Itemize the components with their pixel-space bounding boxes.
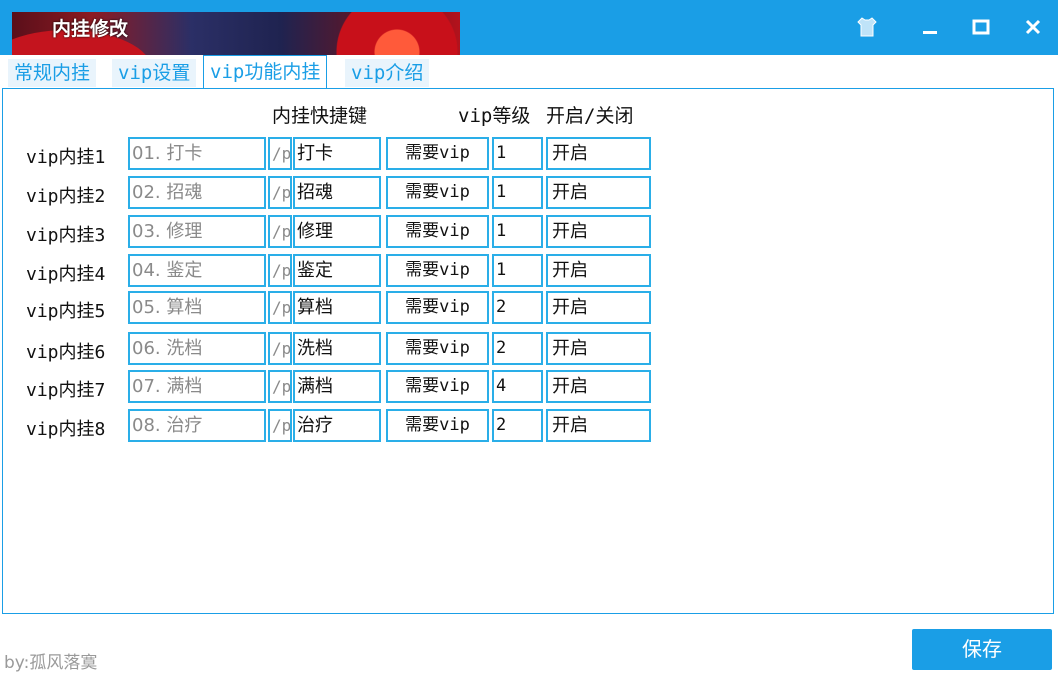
command-prefix: /p bbox=[268, 291, 292, 324]
close-icon[interactable] bbox=[1018, 12, 1048, 42]
row-label: vip内挂6 bbox=[26, 342, 106, 363]
toggle-select[interactable]: 开启 bbox=[546, 409, 651, 442]
command-prefix: /p bbox=[268, 254, 292, 287]
vip-level-field[interactable]: 1 bbox=[492, 137, 543, 170]
plugin-name-field[interactable]: 03. 修理 bbox=[128, 215, 266, 248]
author-credit: by:孤风落寞 bbox=[4, 653, 98, 673]
save-button[interactable]: 保存 bbox=[912, 629, 1052, 670]
plugin-name-field[interactable]: 04. 鉴定 bbox=[128, 254, 266, 287]
vip-level-field[interactable]: 2 bbox=[492, 409, 543, 442]
vip-level-field[interactable]: 4 bbox=[492, 370, 543, 403]
row-label: vip内挂3 bbox=[26, 225, 106, 246]
vip-level-field[interactable]: 1 bbox=[492, 254, 543, 287]
toggle-select[interactable]: 开启 bbox=[546, 215, 651, 248]
vip-level-field[interactable]: 1 bbox=[492, 176, 543, 209]
need-vip-label: 需要vip bbox=[386, 291, 489, 324]
row-label: vip内挂7 bbox=[26, 380, 106, 401]
hotkey-field[interactable]: 鉴定 bbox=[293, 254, 381, 287]
hotkey-field[interactable]: 打卡 bbox=[293, 137, 381, 170]
header-toggle: 开启/关闭 bbox=[546, 105, 634, 127]
plugin-name-field[interactable]: 08. 治疗 bbox=[128, 409, 266, 442]
command-prefix: /p bbox=[268, 176, 292, 209]
vip-level-field[interactable]: 2 bbox=[492, 332, 543, 365]
plugin-name-field[interactable]: 07. 满档 bbox=[128, 370, 266, 403]
need-vip-label: 需要vip bbox=[386, 176, 489, 209]
toggle-select[interactable]: 开启 bbox=[546, 176, 651, 209]
command-prefix: /p bbox=[268, 215, 292, 248]
tab-vip-intro[interactable]: vip介绍 bbox=[345, 59, 430, 87]
row-label: vip内挂8 bbox=[26, 419, 106, 440]
shirt-icon[interactable] bbox=[852, 12, 882, 42]
vip-level-field[interactable]: 2 bbox=[492, 291, 543, 324]
row-label: vip内挂5 bbox=[26, 301, 106, 322]
toggle-select[interactable]: 开启 bbox=[546, 332, 651, 365]
header-vip-level: vip等级 bbox=[458, 105, 531, 127]
vip-level-field[interactable]: 1 bbox=[492, 215, 543, 248]
hotkey-field[interactable]: 修理 bbox=[293, 215, 381, 248]
need-vip-label: 需要vip bbox=[386, 370, 489, 403]
need-vip-label: 需要vip bbox=[386, 332, 489, 365]
window-title: 内挂修改 bbox=[52, 18, 129, 40]
need-vip-label: 需要vip bbox=[386, 254, 489, 287]
row-label: vip内挂2 bbox=[26, 186, 106, 207]
need-vip-label: 需要vip bbox=[386, 215, 489, 248]
tab-general[interactable]: 常规内挂 bbox=[8, 59, 97, 87]
tab-bar: 常规内挂 vip设置 vip功能内挂 vip介绍 bbox=[0, 55, 1058, 90]
hotkey-field[interactable]: 满档 bbox=[293, 370, 381, 403]
minimize-icon[interactable] bbox=[915, 12, 945, 42]
command-prefix: /p bbox=[268, 370, 292, 403]
need-vip-label: 需要vip bbox=[386, 137, 489, 170]
hotkey-field[interactable]: 洗档 bbox=[293, 332, 381, 365]
tab-vip-functions[interactable]: vip功能内挂 bbox=[203, 55, 328, 90]
toggle-select[interactable]: 开启 bbox=[546, 370, 651, 403]
row-label: vip内挂1 bbox=[26, 147, 106, 168]
tab-vip-settings[interactable]: vip设置 bbox=[112, 59, 197, 87]
hotkey-field[interactable]: 治疗 bbox=[293, 409, 381, 442]
header-hotkey: 内挂快捷键 bbox=[272, 105, 368, 127]
maximize-icon[interactable] bbox=[966, 12, 996, 42]
command-prefix: /p bbox=[268, 332, 292, 365]
plugin-name-field[interactable]: 01. 打卡 bbox=[128, 137, 266, 170]
toggle-select[interactable]: 开启 bbox=[546, 291, 651, 324]
plugin-name-field[interactable]: 06. 洗档 bbox=[128, 332, 266, 365]
toggle-select[interactable]: 开启 bbox=[546, 254, 651, 287]
plugin-name-field[interactable]: 05. 算档 bbox=[128, 291, 266, 324]
title-bar: 内挂修改 bbox=[0, 0, 1058, 55]
hotkey-field[interactable]: 招魂 bbox=[293, 176, 381, 209]
plugin-name-field[interactable]: 02. 招魂 bbox=[128, 176, 266, 209]
row-label: vip内挂4 bbox=[26, 264, 106, 285]
command-prefix: /p bbox=[268, 137, 292, 170]
hotkey-field[interactable]: 算档 bbox=[293, 291, 381, 324]
need-vip-label: 需要vip bbox=[386, 409, 489, 442]
toggle-select[interactable]: 开启 bbox=[546, 137, 651, 170]
command-prefix: /p bbox=[268, 409, 292, 442]
